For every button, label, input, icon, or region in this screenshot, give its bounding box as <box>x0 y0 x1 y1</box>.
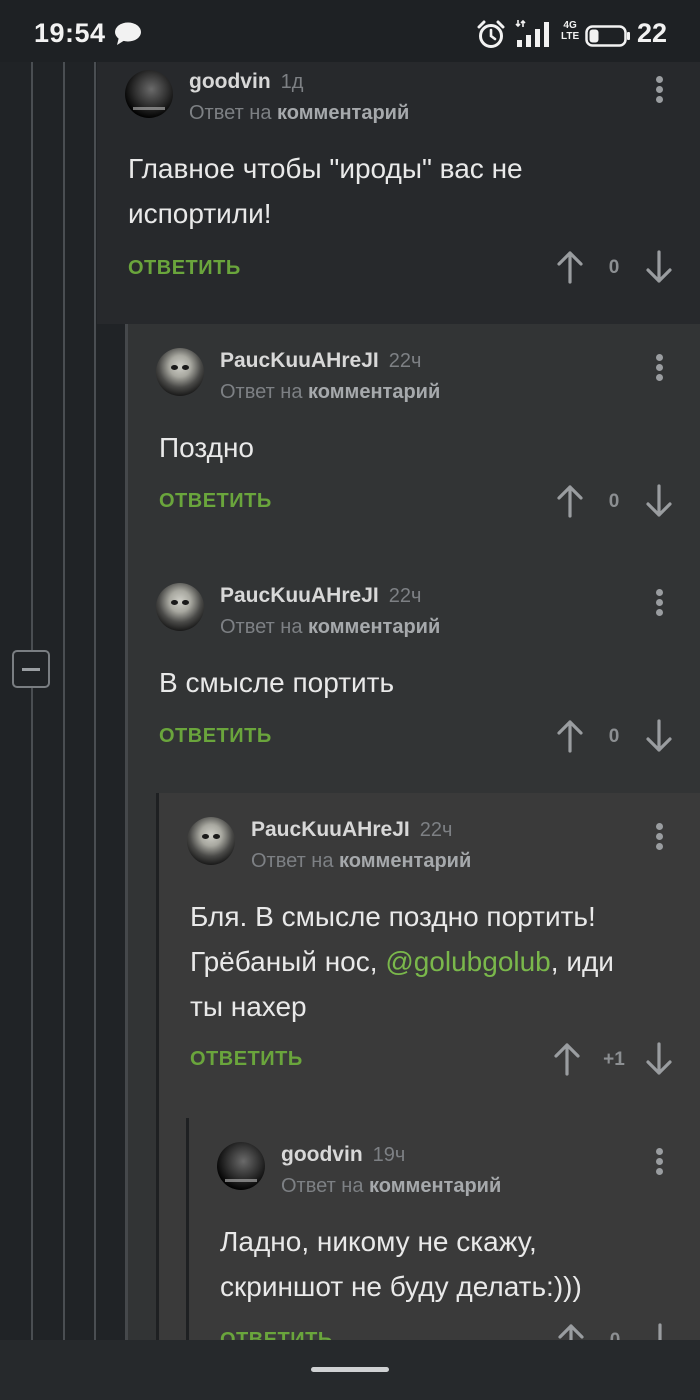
comment-time: 19ч <box>372 1144 406 1166</box>
comment-text-line: Поздно <box>159 432 254 463</box>
reply-button[interactable]: ОТВЕТИТЬ <box>159 490 272 513</box>
chat-bubble-icon <box>115 22 141 45</box>
navigation-bar <box>0 1340 700 1400</box>
author-name[interactable]: PaucKuuAHreJI <box>251 818 410 841</box>
avatar[interactable] <box>125 70 173 118</box>
comment-text-line: Ладно, никому не скажу, <box>220 1226 537 1257</box>
upvote-icon[interactable] <box>557 719 583 753</box>
reply-to-line: Ответ на комментарий <box>251 850 471 873</box>
thread-line[interactable] <box>31 62 33 1340</box>
comment-text-line: ты нахер <box>190 991 307 1022</box>
thread-line[interactable] <box>63 62 65 1340</box>
reply-button[interactable]: ОТВЕТИТЬ <box>159 725 272 748</box>
battery-icon <box>585 25 630 47</box>
avatar[interactable] <box>217 1142 265 1190</box>
reply-prefix: Ответ на <box>189 102 272 124</box>
reply-target-link[interactable]: комментарий <box>277 102 409 124</box>
downvote-icon[interactable] <box>647 1323 673 1340</box>
reply-button[interactable]: ОТВЕТИТЬ <box>190 1048 303 1071</box>
vote-count: 0 <box>608 726 620 747</box>
comment-text-line: скриншот не буду делать:))) <box>220 1271 582 1302</box>
network-label: 4G <box>563 20 577 31</box>
comment-text-line: В смысле портить <box>159 667 395 698</box>
comment-text: Поздно <box>159 425 254 470</box>
status-bar: 19:54 4G LTE 22 <box>0 0 700 62</box>
vote-count: 0 <box>608 491 620 512</box>
network-type-icon: 4G LTE <box>561 20 579 42</box>
comment-time: 22ч <box>388 350 422 372</box>
comment: goodvin 1д Ответ на комментарий Главное ч… <box>97 62 700 324</box>
reply-to-line: Ответ на комментарий <box>281 1175 501 1198</box>
author-name[interactable]: PaucKuuAHreJI <box>220 584 379 607</box>
reply-target-link[interactable]: комментарий <box>308 381 440 403</box>
upvote-icon[interactable] <box>557 250 583 284</box>
comment-text-line: Главное чтобы "ироды" вас не <box>128 153 523 184</box>
reply-to-line: Ответ на комментарий <box>220 381 440 404</box>
upvote-icon[interactable] <box>558 1323 584 1340</box>
author-name[interactable]: goodvin <box>281 1143 363 1166</box>
avatar[interactable] <box>156 348 204 396</box>
comment-text-line: испортили! <box>128 198 272 229</box>
avatar[interactable] <box>156 583 204 631</box>
reply-prefix: Ответ на <box>251 850 334 872</box>
alarm-icon <box>477 20 505 48</box>
author-name[interactable]: PaucKuuAHreJI <box>220 349 379 372</box>
battery-level: 22 <box>637 18 668 48</box>
reply-to-line: Ответ на комментарий <box>220 616 440 639</box>
comment-time: 1д <box>280 71 304 93</box>
text-fragment: , иди <box>550 946 614 977</box>
more-options-icon[interactable] <box>647 1146 671 1182</box>
reply-target-link[interactable]: комментарий <box>339 850 471 872</box>
reply-prefix: Ответ на <box>220 381 303 403</box>
reply-button[interactable]: ОТВЕТИТЬ <box>220 1329 333 1340</box>
downvote-icon[interactable] <box>646 719 672 753</box>
comment: goodvin 19ч Ответ на комментарий Ладно, н… <box>186 1118 700 1340</box>
comment-text-line: Бля. В смысле поздно портить! <box>190 901 596 932</box>
reply-button[interactable]: ОТВЕТИТЬ <box>128 257 241 280</box>
comment-author[interactable]: goodvin 1д <box>189 70 303 94</box>
comment-author[interactable]: PaucKuuAHreJI 22ч <box>251 818 452 842</box>
comment-author[interactable]: PaucKuuAHreJI 22ч <box>220 584 421 608</box>
network-sub-label: LTE <box>561 31 580 42</box>
upvote-icon[interactable] <box>557 484 583 518</box>
more-options-icon[interactable] <box>647 821 671 857</box>
vote-count: 0 <box>608 257 620 278</box>
vote-count: 0 <box>595 1330 635 1340</box>
upvote-icon[interactable] <box>554 1042 580 1076</box>
home-gesture-handle[interactable] <box>311 1367 389 1372</box>
comment-text: Главное чтобы "ироды" вас не испортили! <box>128 146 523 236</box>
status-time: 19:54 <box>34 18 106 48</box>
comment-time: 22ч <box>388 585 422 607</box>
reply-target-link[interactable]: комментарий <box>369 1175 501 1197</box>
reply-prefix: Ответ на <box>220 616 303 638</box>
comment-time: 22ч <box>419 819 453 841</box>
comment-author[interactable]: goodvin 19ч <box>281 1143 405 1167</box>
comment-text: Ладно, никому не скажу, скриншот не буду… <box>220 1219 582 1309</box>
downvote-icon[interactable] <box>646 484 672 518</box>
comments-feed[interactable]: goodvin 1д Ответ на комментарий Главное ч… <box>0 62 700 1340</box>
comment-author[interactable]: PaucKuuAHreJI 22ч <box>220 349 421 373</box>
signal-icon <box>515 19 549 47</box>
reply-to-line: Ответ на комментарий <box>189 102 409 125</box>
comment-text-line: Грёбаный нос, @golubgolub, иди <box>190 939 614 984</box>
downvote-icon[interactable] <box>646 250 672 284</box>
comment-text: В смысле портить <box>159 660 394 705</box>
comment-text: Бля. В смысле поздно портить! Грёбаный н… <box>190 894 614 1029</box>
downvote-icon[interactable] <box>646 1042 672 1076</box>
avatar[interactable] <box>187 817 235 865</box>
more-options-icon[interactable] <box>647 74 671 110</box>
reply-target-link[interactable]: комментарий <box>308 616 440 638</box>
collapse-thread-button[interactable] <box>12 650 50 688</box>
user-mention-link[interactable]: @golubgolub <box>385 946 550 977</box>
more-options-icon[interactable] <box>647 352 671 388</box>
vote-count: +1 <box>603 1049 625 1070</box>
author-name[interactable]: goodvin <box>189 70 271 93</box>
reply-prefix: Ответ на <box>281 1175 364 1197</box>
thread-line[interactable] <box>94 62 96 1340</box>
more-options-icon[interactable] <box>647 587 671 623</box>
text-fragment: Грёбаный нос, <box>190 946 386 977</box>
